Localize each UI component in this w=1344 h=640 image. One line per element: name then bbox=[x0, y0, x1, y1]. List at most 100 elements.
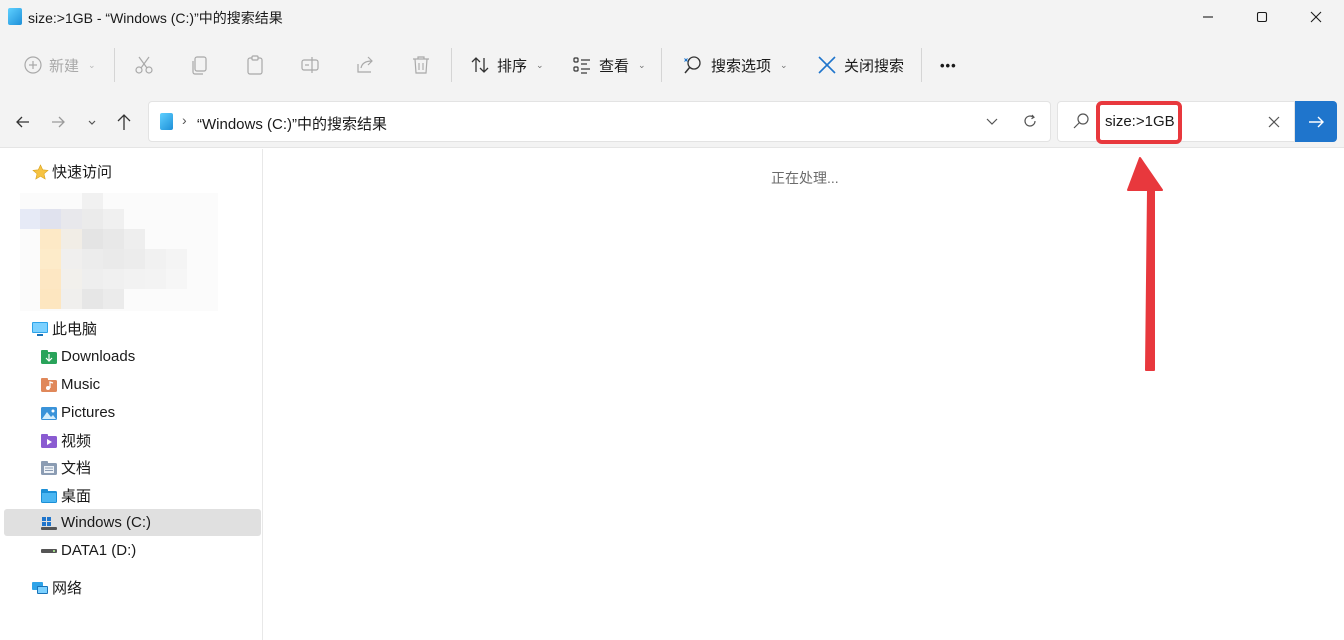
new-label: 新建 bbox=[49, 57, 80, 75]
recent-locations-button[interactable] bbox=[78, 108, 106, 136]
trash-icon bbox=[413, 56, 429, 74]
sidebar-item-label: 此电脑 bbox=[52, 321, 98, 338]
toolbar-divider bbox=[921, 48, 922, 82]
sidebar-item-desktop[interactable]: 桌面 bbox=[0, 482, 261, 509]
documents-folder-icon bbox=[40, 460, 58, 476]
delete-button[interactable] bbox=[411, 34, 431, 96]
file-list-pane[interactable]: 正在处理... bbox=[264, 149, 1344, 640]
chevron-down-icon: ⌄ bbox=[780, 59, 788, 70]
up-button[interactable] bbox=[110, 108, 138, 136]
chevron-down-icon bbox=[986, 118, 998, 125]
back-button[interactable] bbox=[9, 108, 37, 136]
rename-icon bbox=[301, 57, 319, 73]
arrow-up-icon bbox=[117, 114, 131, 130]
new-button[interactable]: 新建 ⌄ bbox=[24, 34, 96, 96]
search-options-label: 搜索选项 bbox=[711, 57, 772, 75]
navigation-pane: 快速访问 此电脑 Downloads Music Pictures 视频 文档 … bbox=[0, 149, 263, 640]
sidebar-item-label: 快速访问 bbox=[52, 164, 113, 181]
search-results-folder-icon bbox=[160, 113, 173, 130]
sidebar-item-music[interactable]: Music bbox=[0, 371, 261, 398]
sidebar-item-label: Pictures bbox=[61, 404, 116, 421]
close-search-icon bbox=[818, 56, 836, 74]
chevron-down-icon bbox=[88, 120, 96, 125]
sidebar-item-label: Windows (C:) bbox=[61, 514, 152, 531]
sidebar-item-label: 网络 bbox=[52, 580, 83, 597]
computer-icon bbox=[31, 321, 49, 337]
close-icon bbox=[1268, 116, 1280, 128]
paste-button[interactable] bbox=[245, 34, 265, 96]
arrow-right-icon bbox=[52, 116, 65, 128]
breadcrumb-chevron-icon: › bbox=[182, 112, 187, 128]
sidebar-item-label: 桌面 bbox=[61, 488, 92, 505]
sidebar-item-data1-d[interactable]: DATA1 (D:) bbox=[0, 537, 261, 564]
window-title: size:>1GB - “Windows (C:)”中的搜索结果 bbox=[28, 10, 283, 26]
clear-search-button[interactable] bbox=[1264, 112, 1284, 132]
toolbar-divider bbox=[451, 48, 452, 82]
rename-button[interactable] bbox=[300, 34, 320, 96]
windows-drive-icon bbox=[40, 515, 58, 531]
refresh-button[interactable] bbox=[1019, 110, 1041, 132]
scissors-icon bbox=[135, 56, 153, 74]
sidebar-item-label: 视频 bbox=[61, 433, 92, 450]
breadcrumb-path[interactable]: “Windows (C:)”中的搜索结果 bbox=[197, 113, 387, 134]
music-folder-icon bbox=[40, 377, 58, 393]
videos-folder-icon bbox=[40, 433, 58, 449]
sidebar-item-label: DATA1 (D:) bbox=[61, 542, 137, 559]
annotation-arrow bbox=[1127, 157, 1163, 371]
copy-icon bbox=[192, 56, 207, 75]
sidebar-item-this-pc[interactable]: 此电脑 bbox=[0, 315, 261, 342]
star-icon bbox=[31, 163, 49, 180]
share-button[interactable] bbox=[355, 34, 375, 96]
clipboard-icon bbox=[247, 55, 263, 75]
copy-button[interactable] bbox=[190, 34, 210, 96]
downloads-folder-icon bbox=[40, 349, 58, 365]
view-list-icon bbox=[573, 57, 590, 74]
sidebar-item-network[interactable]: 网络 bbox=[0, 574, 261, 601]
arrow-left-icon bbox=[16, 116, 29, 128]
sidebar-item-windows-c[interactable]: Windows (C:) bbox=[4, 509, 261, 536]
sidebar-item-downloads[interactable]: Downloads bbox=[0, 343, 261, 370]
close-search-button[interactable]: 关闭搜索 bbox=[817, 34, 904, 96]
command-bar: 新建 ⌄ 排序 ⌄ 查看 ⌄ 搜索选项 ⌄ 关闭搜索 ••• bbox=[0, 34, 1344, 96]
sidebar-item-label: Music bbox=[61, 376, 101, 393]
status-text: 正在处理... bbox=[771, 170, 839, 186]
close-icon bbox=[1310, 11, 1322, 23]
sidebar-item-label: 文档 bbox=[61, 460, 92, 477]
drive-icon bbox=[40, 543, 58, 559]
arrow-right-icon bbox=[1309, 116, 1324, 127]
sort-button[interactable]: 排序 ⌄ bbox=[470, 34, 544, 96]
pictures-folder-icon bbox=[40, 405, 58, 421]
sidebar-item-pictures[interactable]: Pictures bbox=[0, 399, 261, 426]
toolbar-divider bbox=[114, 48, 115, 82]
address-history-button[interactable] bbox=[981, 110, 1003, 132]
sidebar-item-documents[interactable]: 文档 bbox=[0, 454, 261, 481]
close-search-label: 关闭搜索 bbox=[844, 57, 905, 75]
chevron-down-icon: ⌄ bbox=[638, 59, 646, 70]
view-button[interactable]: 查看 ⌄ bbox=[572, 34, 646, 96]
network-icon bbox=[31, 580, 49, 596]
maximize-button[interactable] bbox=[1235, 0, 1289, 34]
sidebar-item-label: Downloads bbox=[61, 348, 136, 365]
chevron-down-icon: ⌄ bbox=[88, 59, 96, 70]
search-options-icon bbox=[684, 56, 701, 74]
sidebar-item-quick-access[interactable]: 快速访问 bbox=[0, 158, 261, 185]
sidebar-item-videos[interactable]: 视频 bbox=[0, 427, 261, 454]
maximize-icon bbox=[1256, 11, 1268, 23]
address-bar[interactable]: › “Windows (C:)”中的搜索结果 bbox=[148, 101, 1051, 142]
cut-button[interactable] bbox=[134, 34, 154, 96]
search-icon bbox=[1073, 113, 1089, 129]
search-options-button[interactable]: 搜索选项 ⌄ bbox=[682, 34, 788, 96]
sort-icon bbox=[471, 57, 489, 73]
more-icon: ••• bbox=[940, 57, 957, 73]
share-icon bbox=[357, 56, 373, 73]
minimize-button[interactable] bbox=[1181, 0, 1235, 34]
minimize-icon bbox=[1203, 16, 1213, 18]
folder-app-icon bbox=[8, 8, 22, 25]
desktop-folder-icon bbox=[40, 488, 58, 504]
chevron-down-icon: ⌄ bbox=[536, 59, 544, 70]
search-go-button[interactable] bbox=[1295, 101, 1337, 142]
plus-circle-icon bbox=[24, 56, 42, 74]
forward-button[interactable] bbox=[44, 108, 72, 136]
more-options-button[interactable]: ••• bbox=[940, 34, 957, 96]
close-button[interactable] bbox=[1289, 0, 1343, 34]
